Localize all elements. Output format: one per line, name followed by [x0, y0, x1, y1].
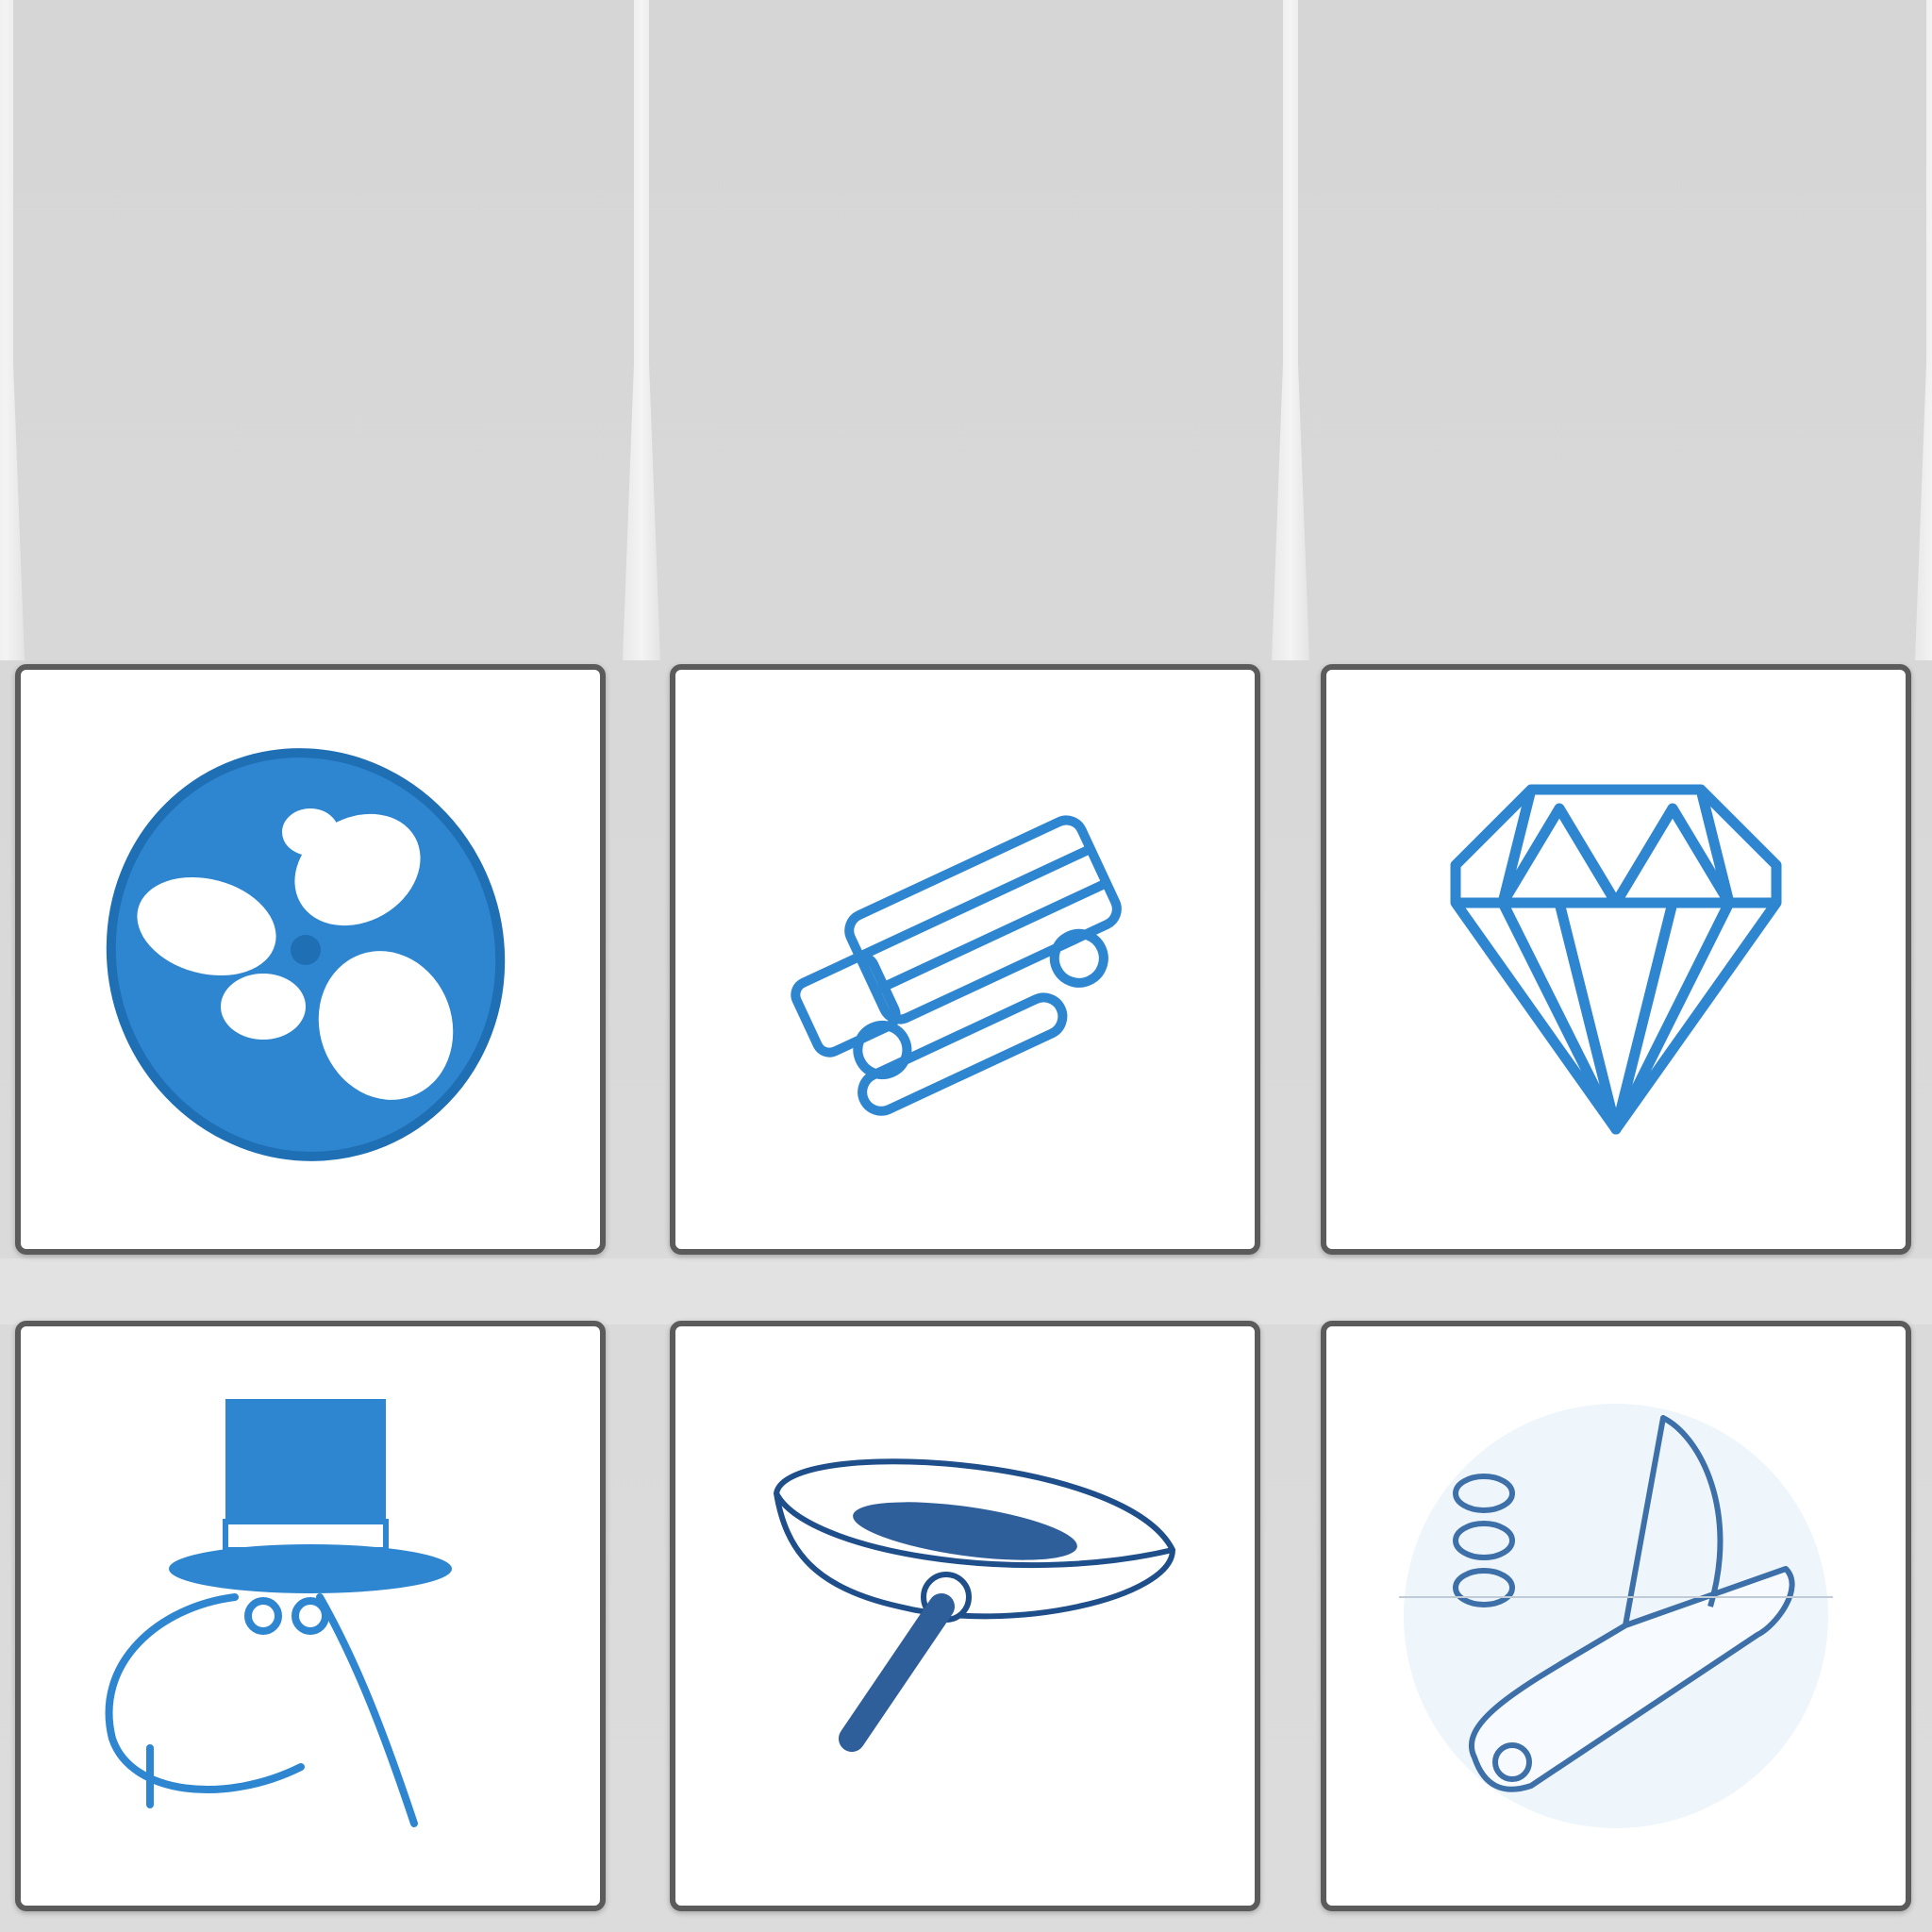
pocket-knife-icon [1399, 1404, 1833, 1828]
lying-bus-icon [791, 815, 1122, 1116]
frying-pan-icon [773, 1458, 1176, 1752]
slot-divider [1272, 0, 1309, 660]
tile-butterfly-coin[interactable] [15, 664, 606, 1255]
slot-divider [1915, 0, 1932, 660]
tile-frying-pan[interactable] [670, 1321, 1260, 1911]
row-gutter [0, 1258, 1932, 1324]
diamond-icon [1450, 784, 1782, 1135]
tile-lying-bus[interactable] [670, 664, 1260, 1255]
tile-pocket-knife[interactable] [1321, 1321, 1911, 1911]
tile-diamond[interactable] [1321, 664, 1911, 1255]
tile-top-hat-character[interactable] [15, 1321, 606, 1911]
game-board [0, 0, 1932, 1932]
slot-divider [0, 0, 25, 660]
slot-divider [623, 0, 660, 660]
butterfly-coin-icon [106, 748, 506, 1161]
top-hat-character-icon [105, 1399, 452, 1827]
